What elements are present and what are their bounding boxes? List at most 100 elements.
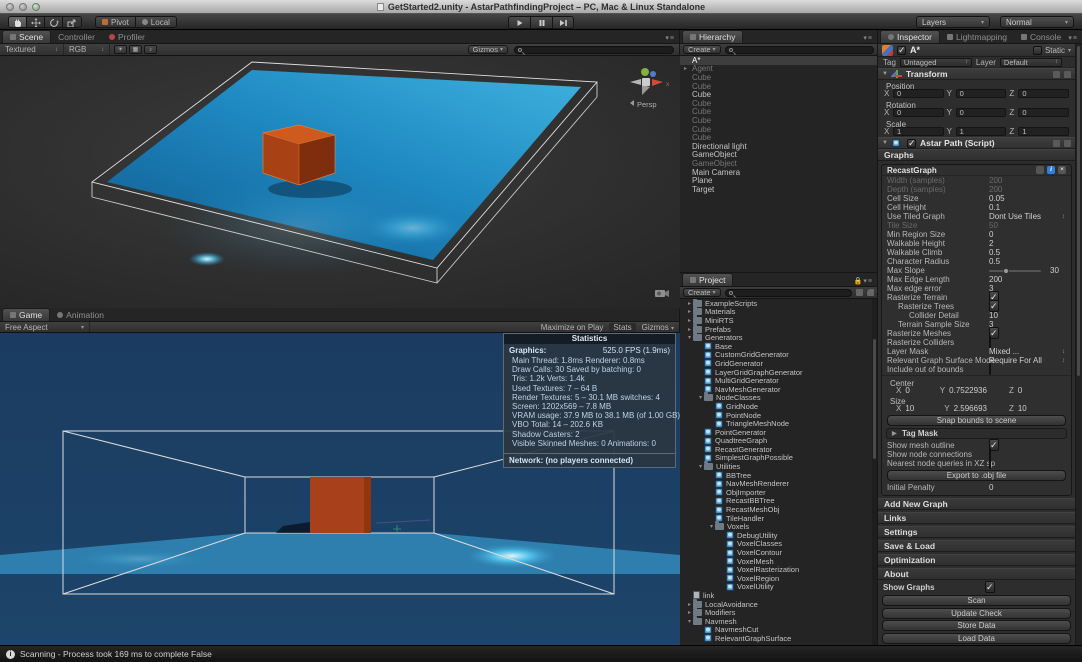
transform-field[interactable]: 0 — [956, 108, 1007, 117]
checkbox[interactable] — [989, 457, 991, 469]
tab-game[interactable]: Game — [2, 308, 50, 321]
static-checkbox[interactable] — [1033, 46, 1042, 55]
stats-toggle[interactable]: Stats — [609, 323, 635, 332]
load-data-button[interactable]: Load Data — [882, 633, 1071, 644]
hierarchy-item[interactable]: Cube — [680, 73, 877, 82]
panel-menu-icon[interactable]: 🔒▾≡ — [854, 277, 873, 285]
project-item[interactable]: ▾Utilities — [680, 462, 877, 471]
store-data-button[interactable]: Store Data — [882, 620, 1071, 631]
slider[interactable] — [989, 270, 1041, 272]
recast-setting-row[interactable]: Collider Detail10 — [882, 311, 1071, 320]
pause-button[interactable] — [530, 16, 552, 29]
export-obj-button[interactable]: Export to .obj file — [887, 470, 1066, 481]
color-mode-dropdown[interactable]: RGB↕ — [64, 44, 110, 55]
rotate-tool-button[interactable] — [45, 17, 63, 28]
project-item[interactable]: VoxelRegion — [680, 574, 877, 583]
transform-field[interactable]: 0 — [1018, 89, 1069, 98]
layout-dropdown[interactable]: Normal▾ — [1000, 16, 1074, 28]
tab-hierarchy[interactable]: Hierarchy — [682, 30, 743, 43]
hand-tool-button[interactable] — [9, 17, 27, 28]
recast-setting-row[interactable]: Rasterize Trees — [882, 302, 1071, 311]
section-header-save-load[interactable]: Save & Load — [878, 540, 1075, 552]
hierarchy-search-input[interactable] — [725, 46, 874, 54]
active-checkbox[interactable] — [897, 46, 906, 55]
transform-field[interactable]: 1 — [956, 127, 1007, 136]
recast-setting-row[interactable]: Cell Size0.05 — [882, 194, 1071, 203]
pivot-toggle-button[interactable]: Pivot — [95, 16, 136, 28]
scan-button[interactable]: Scan — [882, 595, 1071, 606]
label-icon[interactable] — [867, 289, 874, 296]
tab-profiler[interactable]: Profiler — [102, 30, 152, 43]
project-item[interactable]: RecastGenerator — [680, 445, 877, 454]
hierarchy-item[interactable]: Cube — [680, 133, 877, 142]
scene-viewport[interactable]: x Persp — [0, 56, 680, 308]
status-bar[interactable]: i Scanning - Process took 169 ms to comp… — [0, 645, 1082, 662]
project-item[interactable]: NavMeshGenerator — [680, 385, 877, 394]
hierarchy-item[interactable]: Cube — [680, 82, 877, 91]
hierarchy-item[interactable]: GameObject — [680, 159, 877, 168]
project-item[interactable]: MultiGridGenerator — [680, 376, 877, 385]
hierarchy-item[interactable]: Plane — [680, 176, 877, 185]
recast-setting-row[interactable]: Max edge error3 — [882, 284, 1071, 293]
gizmo-toggle-icon[interactable] — [1036, 166, 1044, 174]
play-button[interactable] — [508, 16, 530, 29]
reference-icon[interactable] — [1053, 140, 1060, 147]
gameobject-name-field[interactable]: A* — [910, 45, 1029, 55]
recast-setting-row[interactable]: Walkable Height2 — [882, 239, 1071, 248]
hierarchy-item[interactable]: GameObject — [680, 151, 877, 160]
add-new-graph-header[interactable]: Add New Graph — [878, 498, 1075, 510]
recast-setting-row[interactable]: Tile Size50 — [882, 221, 1071, 230]
recast-setting-row[interactable]: Character Radius0.5 — [882, 257, 1071, 266]
component-enabled-checkbox[interactable] — [907, 139, 916, 148]
scale-tool-button[interactable] — [63, 17, 81, 28]
tab-animation[interactable]: Animation — [50, 308, 111, 321]
favorites-icon[interactable] — [856, 289, 863, 296]
section-header-settings[interactable]: Settings — [878, 526, 1075, 538]
recast-setting-row[interactable]: Max Slope30 — [882, 266, 1071, 275]
project-item[interactable]: VoxelContour — [680, 548, 877, 557]
hierarchy-item[interactable]: Main Camera — [680, 168, 877, 177]
project-item[interactable]: CustomGridGenerator — [680, 351, 877, 360]
project-item[interactable]: PointGenerator — [680, 428, 877, 437]
snap-bounds-button[interactable]: Snap bounds to scene — [887, 415, 1066, 426]
project-item[interactable]: RecastMeshObj — [680, 505, 877, 514]
tab-project[interactable]: Project — [682, 273, 733, 286]
project-item[interactable]: ObjImporter — [680, 488, 877, 497]
project-item[interactable]: ▸MiniRTS — [680, 316, 877, 325]
project-item[interactable]: ▾Voxels — [680, 522, 877, 531]
scene-skybox-toggle[interactable]: ▦ — [129, 45, 142, 54]
update-check-button[interactable]: Update Check — [882, 608, 1071, 619]
tab-console[interactable]: Console — [1014, 30, 1068, 43]
graphs-section-header[interactable]: Graphs — [878, 149, 1075, 161]
maximize-on-play-toggle[interactable]: Maximize on Play — [541, 323, 604, 332]
tab-inspector[interactable]: Inspector — [880, 30, 940, 43]
project-item[interactable]: ▸LocalAvoidance — [680, 600, 877, 609]
recast-setting-row[interactable]: Rasterize Terrain — [882, 293, 1071, 302]
layers-dropdown[interactable]: Layers▾ — [916, 16, 990, 28]
project-item[interactable]: PointNode — [680, 411, 877, 420]
inspector-scrollbar[interactable] — [1075, 44, 1082, 645]
project-item[interactable]: VoxelMesh — [680, 557, 877, 566]
project-item[interactable]: RelevantGraphSurface — [680, 634, 877, 643]
tag-mask-foldout[interactable]: ▶ Tag Mask — [886, 428, 1067, 439]
lock-icon[interactable]: ▾≡ — [1068, 34, 1078, 42]
transform-field[interactable]: 0 — [893, 89, 944, 98]
layer-dropdown[interactable]: Default↕ — [1000, 58, 1062, 67]
show-graphs-checkbox[interactable] — [985, 581, 995, 593]
recast-setting-row[interactable]: Min Region Size0 — [882, 230, 1071, 239]
project-item[interactable]: NavmeshCut — [680, 626, 877, 635]
transform-field[interactable]: 0 — [893, 108, 944, 117]
project-item[interactable]: ▸Materials — [680, 308, 877, 317]
tab-controller[interactable]: Controller — [51, 30, 102, 43]
hierarchy-item[interactable]: Directional light — [680, 142, 877, 151]
section-header-links[interactable]: Links — [878, 512, 1075, 524]
move-tool-button[interactable] — [27, 17, 45, 28]
panel-menu-icon[interactable]: ▾≡ — [665, 34, 675, 42]
recast-setting-row[interactable]: Rasterize Colliders — [882, 338, 1071, 347]
project-item[interactable]: ▸ExampleScripts — [680, 299, 877, 308]
project-item[interactable]: VoxelUtility — [680, 583, 877, 592]
section-header-optimization[interactable]: Optimization — [878, 554, 1075, 566]
project-item[interactable]: VoxelRasterization — [680, 565, 877, 574]
tab-lightmapping[interactable]: Lightmapping — [940, 30, 1014, 43]
hierarchy-item[interactable]: Cube — [680, 90, 877, 99]
